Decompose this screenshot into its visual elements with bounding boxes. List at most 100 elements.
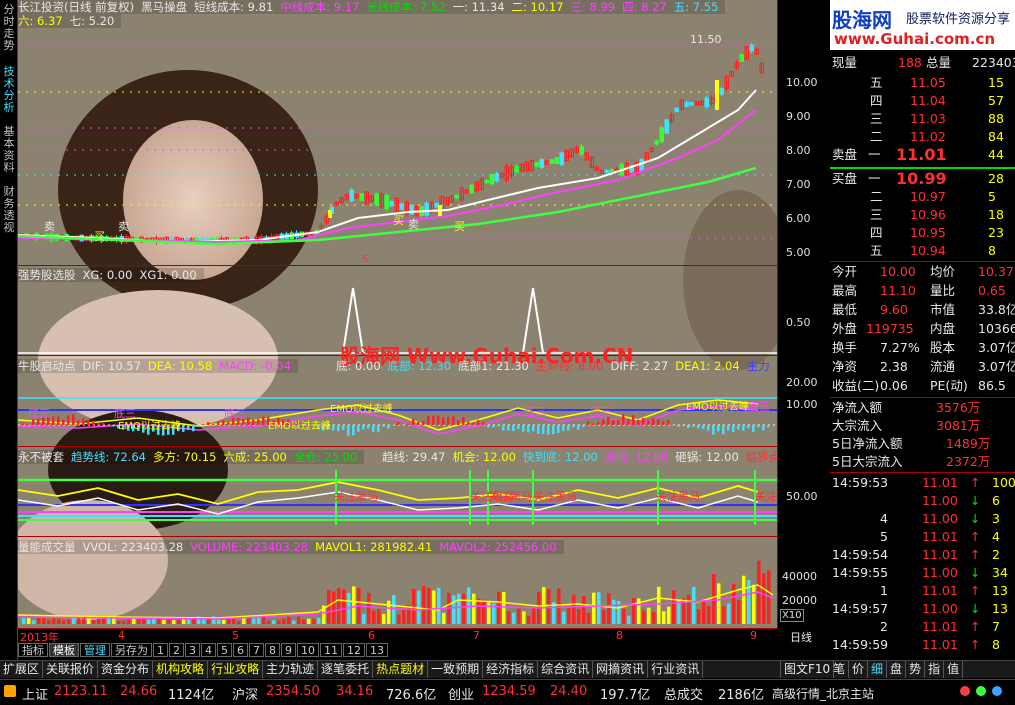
label: 外盘: [832, 321, 858, 336]
index-amount: 1124亿: [168, 688, 215, 703]
arrow-icon: ↑: [970, 529, 981, 544]
quote-tab[interactable]: 价: [849, 661, 869, 678]
quote-tab[interactable]: 势: [906, 661, 926, 678]
tab-num[interactable]: 5: [217, 643, 232, 657]
tab-num[interactable]: 11: [320, 643, 342, 657]
chart-area[interactable]: 长江投资(日线 前复权) 黑马操盘 短线成本: 9.81 中线成本: 9.17 长线成本…: [18, 0, 777, 628]
candle: [359, 193, 364, 201]
tab-template[interactable]: 模板: [49, 643, 79, 657]
tick-time: 14:59:57: [832, 601, 889, 616]
buy-row[interactable]: 五 10.94 8: [830, 242, 1015, 260]
tab-fundamentals[interactable]: 基本资料: [1, 126, 17, 174]
tab-indicator[interactable]: 指标: [18, 643, 48, 657]
sell-row[interactable]: 四 11.04 57: [830, 92, 1015, 110]
bottom-tab[interactable]: 网摘资讯: [593, 661, 649, 678]
sell-row[interactable]: 卖盘一 11.01 44: [830, 146, 1015, 164]
bottom-tab[interactable]: 关联报价: [43, 661, 99, 678]
tab-num[interactable]: 4: [201, 643, 216, 657]
quote-tab[interactable]: 值: [944, 661, 964, 678]
tab-num[interactable]: 8: [265, 643, 280, 657]
sell-row[interactable]: 五 11.05 15: [830, 74, 1015, 92]
value: 10.00: [880, 264, 916, 279]
bottom-tab[interactable]: 一致预期: [428, 661, 484, 678]
flow-row: 大宗流入 3081万: [830, 417, 1015, 435]
candle: [534, 162, 539, 167]
tab-technical[interactable]: 技术分析: [1, 66, 17, 114]
quote-tab[interactable]: 笔: [830, 661, 850, 678]
tab-num[interactable]: 10: [297, 643, 319, 657]
signal-sell-1: 卖: [44, 220, 55, 233]
quote-tab[interactable]: 盘: [887, 661, 907, 678]
tab-num[interactable]: 13: [366, 643, 388, 657]
candle: [674, 107, 679, 113]
tab-num[interactable]: 2: [169, 643, 184, 657]
label: 今开: [832, 264, 858, 279]
tab-num[interactable]: 12: [343, 643, 365, 657]
bottom-tab[interactable]: 扩展区: [0, 661, 44, 678]
tab-financials[interactable]: 财务透视: [1, 186, 17, 234]
value: 0.06: [880, 378, 908, 393]
panel5-header: 量能成交量 VVOL: 223403.28 VOLUME: 223403.28 MAV…: [18, 540, 564, 554]
panel3-di: 底: 0.00: [336, 359, 381, 373]
label: 最高: [832, 283, 858, 298]
panel3-label: 底三: [748, 400, 770, 413]
bottom-tab[interactable]: 机构攻略: [153, 661, 209, 678]
tick-price: 11.00: [922, 511, 958, 526]
bottom-tab[interactable]: 逐笔委托: [318, 661, 374, 678]
logo-url: www.Guhai.com.cn: [834, 30, 996, 48]
sell-row[interactable]: 二 11.02 84: [830, 128, 1015, 146]
signal-sell-2: 卖: [118, 220, 129, 233]
bottom-tab[interactable]: 资金分布: [98, 661, 154, 678]
server-station[interactable]: 高级行情_北京主站: [772, 685, 874, 702]
menu-icon[interactable]: [4, 685, 16, 697]
f10-button[interactable]: 图文F10: [780, 661, 835, 678]
tab-num[interactable]: 1: [153, 643, 168, 657]
tab-num[interactable]: 3: [185, 643, 200, 657]
tick-row: 5 11.01 ↑ 4: [830, 528, 1015, 546]
price-scale: 10.00 9.00 8.00 7.00 6.00 5.00 0.50 20.0…: [777, 0, 830, 628]
bottom-tab[interactable]: 经济指标: [483, 661, 539, 678]
buy-row[interactable]: 四 10.95 23: [830, 224, 1015, 242]
tab-num[interactable]: 9: [281, 643, 296, 657]
quote-tab[interactable]: 指: [925, 661, 945, 678]
tick-time: 1: [880, 583, 888, 598]
panel5-title: 量能成交量: [18, 540, 76, 554]
bottom-tab[interactable]: 综合资讯: [538, 661, 594, 678]
scale-tick: 9.00: [786, 110, 811, 123]
tab-manage[interactable]: 管理: [80, 643, 110, 657]
tick-vol: 13: [992, 583, 1008, 598]
buy-row[interactable]: 二 10.97 5: [830, 188, 1015, 206]
bottom-tab[interactable]: 行业攻略: [208, 661, 264, 678]
panel3-label: 底三: [224, 407, 246, 420]
stat-row: 换手 7.27% 股本 3.07亿: [830, 339, 1015, 357]
tab-num[interactable]: 7: [249, 643, 264, 657]
panel4-header-2: 趋线: 29.47 机会: 12.00 快到底: 12.00 来临: 12.00 砸锅:…: [382, 450, 777, 464]
buy-row[interactable]: 买盘一 10.99 28: [830, 170, 1015, 188]
price: 10.95: [910, 225, 946, 240]
tab-num[interactable]: 6: [233, 643, 248, 657]
index-value: 2354.50: [266, 684, 320, 699]
tab-intraday[interactable]: 分时走势: [1, 4, 17, 52]
panel4-trend: 趋势线: 72.64: [71, 450, 146, 464]
tick-time: 14:59:53: [832, 475, 889, 490]
label: 收益(二): [832, 378, 880, 393]
qty: 88: [988, 111, 1004, 126]
sell-row[interactable]: 三 11.03 88: [830, 110, 1015, 128]
buy-row[interactable]: 三 10.96 18: [830, 206, 1015, 224]
tick-price: 11.01: [922, 637, 958, 652]
panel3-label: EMO以过去峰: [268, 421, 331, 432]
bottom-tab[interactable]: 行业资讯: [648, 661, 704, 678]
qty: 57: [988, 93, 1004, 108]
bottom-tab[interactable]: 热点题材: [373, 661, 429, 678]
x-label: 7: [473, 629, 480, 642]
bottom-tab[interactable]: 主力轨迹: [263, 661, 319, 678]
candle: [494, 173, 499, 182]
arrow-icon: ↑: [970, 637, 981, 652]
quote-tab[interactable]: 细: [868, 661, 888, 678]
candle: [719, 88, 724, 95]
arrow-icon: ↓: [970, 601, 981, 616]
volume-scale-factor: X10: [780, 609, 804, 622]
index-name: 沪深: [232, 688, 259, 703]
candle: [554, 157, 559, 165]
tab-save-as[interactable]: 另存为: [111, 643, 152, 657]
